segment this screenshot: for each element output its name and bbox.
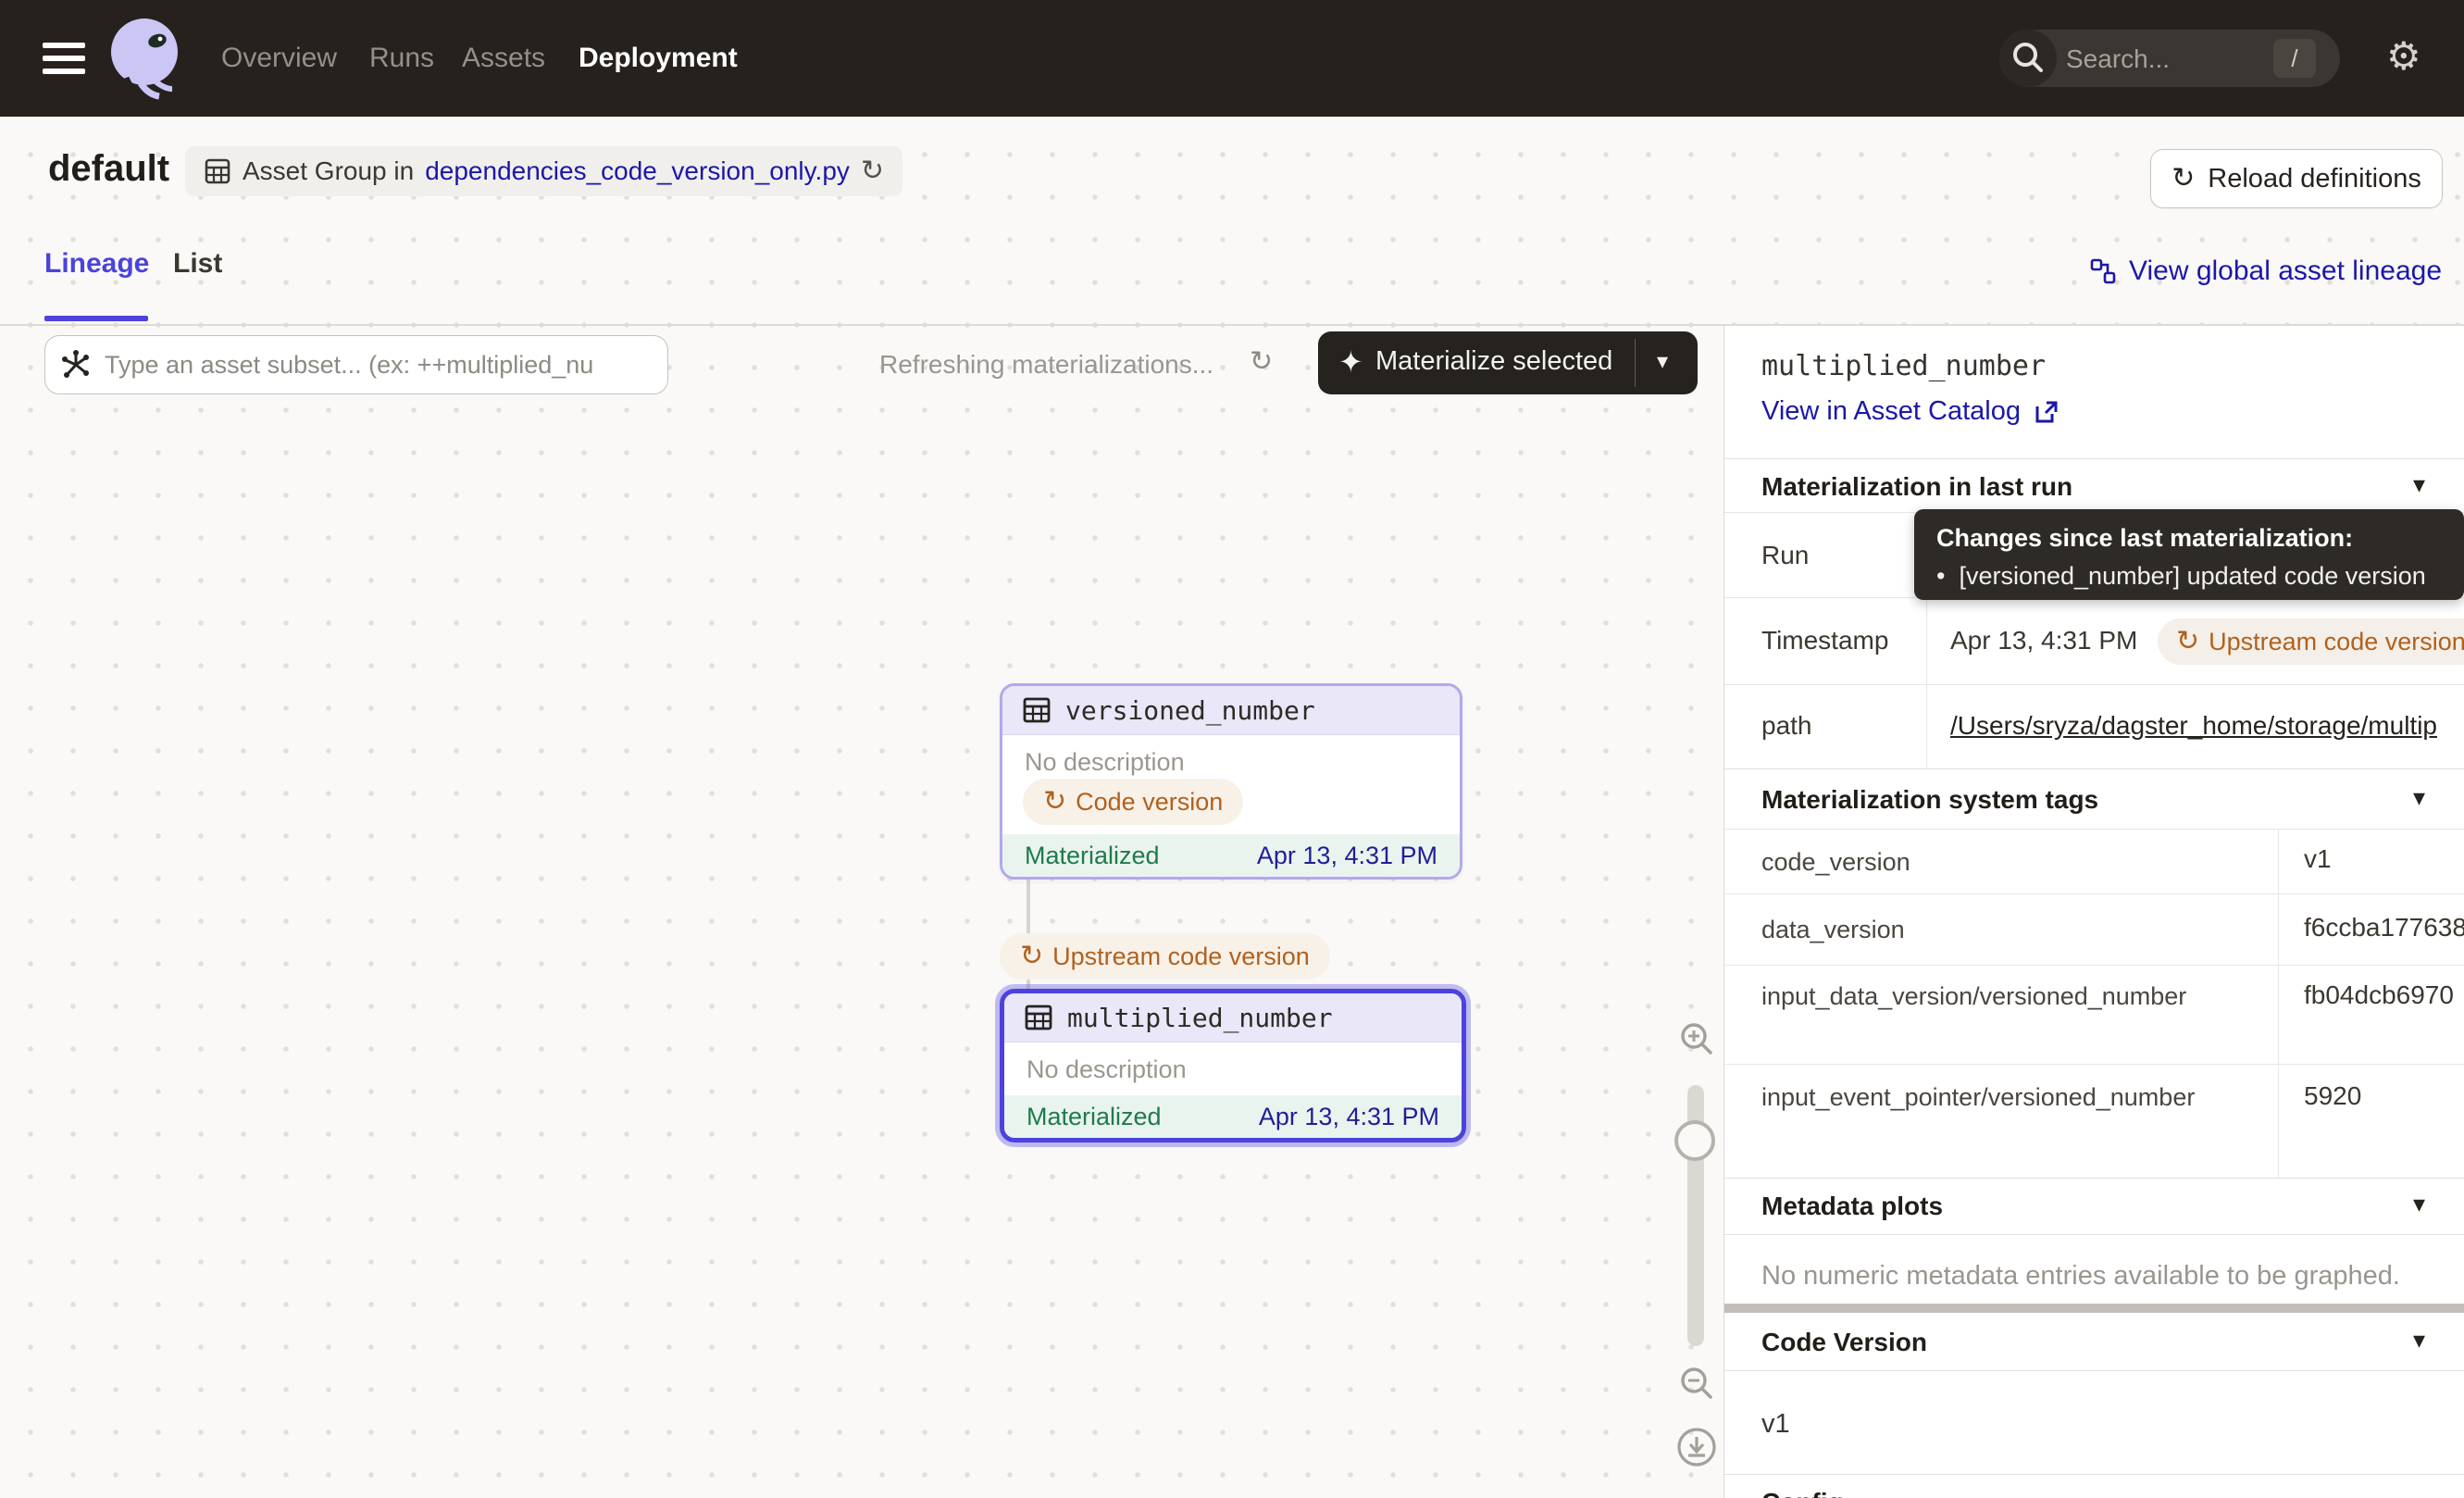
code-version-icon: ↻ bbox=[1020, 942, 1043, 970]
section-code-version[interactable]: Code Version ▾ bbox=[1724, 1313, 2464, 1371]
asset-node-footer: Materialized Apr 13, 4:31 PM bbox=[1002, 834, 1460, 877]
asset-description: No description bbox=[1004, 1042, 1462, 1084]
code-version-icon: ↻ bbox=[2176, 628, 2199, 655]
materialized-status: Materialized bbox=[1025, 842, 1160, 870]
asset-description: No description bbox=[1002, 735, 1460, 777]
row-path-label: path bbox=[1761, 711, 1812, 741]
tag-key: code_version bbox=[1761, 843, 2252, 881]
table-icon bbox=[1025, 1004, 1052, 1031]
panel-asset-name: multiplied_number bbox=[1761, 350, 2046, 382]
search-input[interactable] bbox=[2064, 35, 2262, 83]
asset-node-footer: Materialized Apr 13, 4:31 PM bbox=[1004, 1095, 1462, 1138]
chevron-down-icon: ▾ bbox=[2413, 1190, 2425, 1218]
page-title: default bbox=[48, 148, 169, 190]
tag-row: input_data_version/versioned_number fb04… bbox=[1724, 965, 2464, 1065]
tag-value: fb04dcb6970 bbox=[2304, 980, 2454, 1010]
sparkle-icon: ✦ bbox=[1338, 344, 1363, 380]
materialized-status: Materialized bbox=[1027, 1103, 1162, 1131]
row-run-label: Run bbox=[1761, 541, 1809, 570]
code-version-value: v1 bbox=[1761, 1409, 1790, 1440]
app-screen: Overview Runs Assets Deployment / ⚙ defa… bbox=[0, 0, 2464, 1498]
row-timestamp: Timestamp Apr 13, 4:31 PM ↻ Upstream cod… bbox=[1724, 597, 2464, 685]
hamburger-menu-icon[interactable] bbox=[43, 43, 85, 74]
reload-definitions-button[interactable]: ↻ Reload definitions bbox=[2150, 149, 2443, 208]
timestamp-value[interactable]: Apr 13, 4:31 PM bbox=[1950, 626, 2137, 655]
materialized-time[interactable]: Apr 13, 4:31 PM bbox=[1259, 1103, 1439, 1131]
chevron-down-icon: ▾ bbox=[2413, 1326, 2425, 1354]
asset-group-icon bbox=[204, 157, 231, 185]
path-value-link[interactable]: /Users/sryza/dagster_home/storage/multip bbox=[1950, 711, 2437, 741]
search-icon bbox=[1999, 30, 2057, 87]
asset-detail-panel: multiplied_number View in Asset Catalog … bbox=[1724, 326, 2464, 1498]
tag-key: input_event_pointer/versioned_number bbox=[1761, 1078, 2252, 1117]
upstream-code-version-chip: ↻ Upstream code version bbox=[1000, 933, 1330, 980]
download-image-icon[interactable] bbox=[1675, 1426, 1718, 1468]
top-nav: Overview Runs Assets Deployment / ⚙ bbox=[0, 0, 2464, 117]
tag-value: f6ccba177638 bbox=[2304, 913, 2464, 942]
asset-node-multiplied-number[interactable]: multiplied_number No description Materia… bbox=[1000, 989, 1466, 1142]
asset-subset-filter[interactable] bbox=[44, 335, 668, 394]
tag-key: data_version bbox=[1761, 910, 2252, 949]
materialize-dropdown-caret[interactable]: ▾ bbox=[1657, 348, 1668, 375]
nav-item-deployment[interactable]: Deployment bbox=[579, 0, 738, 117]
upstream-code-version-badge: ↻ Upstream code version bbox=[2158, 618, 2464, 665]
active-tab-underline bbox=[44, 316, 148, 321]
asset-subset-icon bbox=[60, 349, 92, 381]
panel-resize-handle[interactable] bbox=[1724, 1304, 2464, 1313]
zoom-in-icon[interactable] bbox=[1675, 1018, 1718, 1061]
tooltip-item: • [versioned_number] updated code versio… bbox=[1936, 562, 2442, 591]
dagster-logo-icon[interactable] bbox=[107, 17, 187, 104]
view-global-lineage-link[interactable]: View global asset lineage bbox=[2090, 256, 2442, 287]
search-shortcut-badge: / bbox=[2273, 39, 2316, 78]
asset-group-file-link[interactable]: dependencies_code_version_only.py bbox=[425, 156, 850, 186]
gear-icon[interactable]: ⚙ bbox=[2386, 37, 2421, 76]
tab-list[interactable]: List bbox=[173, 248, 222, 280]
tag-row: input_event_pointer/versioned_number 592… bbox=[1724, 1064, 2464, 1179]
tooltip-title: Changes since last materialization: bbox=[1936, 524, 2442, 553]
materialized-time[interactable]: Apr 13, 4:31 PM bbox=[1257, 842, 1437, 870]
metadata-empty-message: No numeric metadata entries available to… bbox=[1761, 1261, 2400, 1292]
tag-key: input_data_version/versioned_number bbox=[1761, 977, 2252, 1016]
asset-name: versioned_number bbox=[1065, 695, 1315, 726]
zoom-out-icon[interactable] bbox=[1675, 1363, 1718, 1405]
view-in-asset-catalog-link[interactable]: View in Asset Catalog bbox=[1761, 396, 2060, 427]
reload-icon: ↻ bbox=[2172, 165, 2195, 193]
external-link-icon bbox=[2034, 399, 2060, 425]
section-system-tags[interactable]: Materialization system tags ▾ bbox=[1724, 768, 2464, 830]
row-path: path /Users/sryza/dagster_home/storage/m… bbox=[1724, 684, 2464, 769]
nav-item-assets[interactable]: Assets bbox=[462, 0, 545, 117]
tab-lineage[interactable]: Lineage bbox=[44, 248, 149, 280]
chevron-down-icon: ▾ bbox=[2413, 470, 2425, 499]
code-version-chip: ↻ Code version bbox=[1023, 779, 1243, 825]
global-search[interactable]: / bbox=[1999, 30, 2340, 87]
table-icon bbox=[1023, 696, 1051, 724]
asset-node-versioned-number[interactable]: versioned_number No description ↻ Code v… bbox=[1000, 683, 1462, 880]
section-materialization-last-run[interactable]: Materialization in last run ▾ bbox=[1724, 458, 2464, 513]
row-timestamp-label: Timestamp bbox=[1761, 626, 1888, 655]
zoom-slider-handle[interactable] bbox=[1674, 1120, 1715, 1161]
section-config[interactable]: Config bbox=[1724, 1474, 2464, 1498]
tag-row: code_version v1 bbox=[1724, 829, 2464, 894]
asset-node-header: multiplied_number bbox=[1004, 993, 1462, 1042]
global-lineage-icon bbox=[2090, 258, 2116, 284]
section-metadata-plots[interactable]: Metadata plots ▾ bbox=[1724, 1178, 2464, 1235]
chip-refresh-icon[interactable]: ↻ bbox=[861, 157, 884, 185]
changes-tooltip: Changes since last materialization: • [v… bbox=[1914, 509, 2464, 600]
materialize-selected-button[interactable]: ✦ Materialize selected ▾ bbox=[1318, 331, 1698, 394]
refreshing-icon[interactable]: ↻ bbox=[1250, 348, 1273, 376]
nav-item-overview[interactable]: Overview bbox=[221, 0, 337, 117]
tag-value: v1 bbox=[2304, 844, 2332, 874]
refreshing-status: Refreshing materializations... ↻ bbox=[879, 350, 1213, 380]
code-version-icon: ↻ bbox=[1043, 788, 1066, 816]
asset-group-chip: Asset Group in dependencies_code_version… bbox=[185, 146, 902, 196]
button-divider bbox=[1635, 339, 1636, 387]
nav-item-runs[interactable]: Runs bbox=[369, 0, 434, 117]
asset-node-header: versioned_number bbox=[1002, 686, 1460, 735]
tag-row: data_version f6ccba177638 bbox=[1724, 893, 2464, 966]
asset-subset-input[interactable] bbox=[103, 350, 653, 381]
asset-name: multiplied_number bbox=[1067, 1003, 1333, 1033]
chevron-down-icon: ▾ bbox=[2413, 783, 2425, 812]
tag-value: 5920 bbox=[2304, 1081, 2361, 1111]
asset-group-prefix: Asset Group in bbox=[243, 156, 414, 186]
